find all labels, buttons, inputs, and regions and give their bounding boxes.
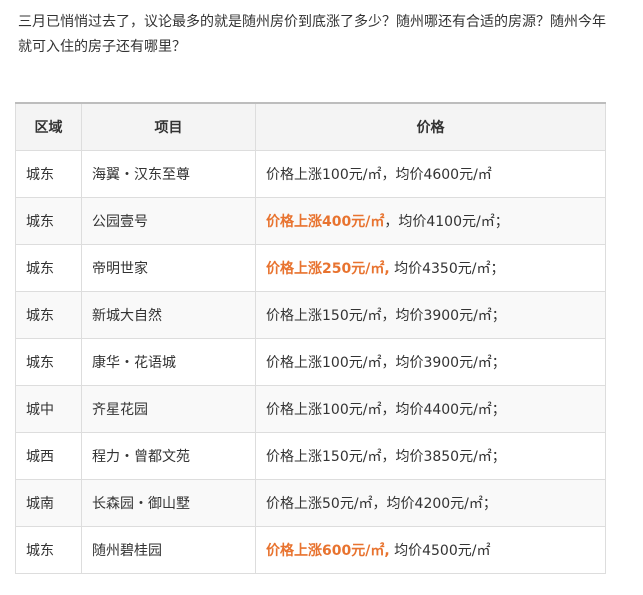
- price-rise: 价格上涨100元/㎡: [266, 402, 382, 418]
- price-average: ，均价3900元/㎡；: [381, 308, 506, 324]
- cell-price: 价格上涨150元/㎡，均价3900元/㎡；: [255, 291, 606, 339]
- table-row: 城东 海翼・汉东至尊 价格上涨100元/㎡，均价4600元/㎡: [15, 150, 606, 198]
- cell-area: 城东: [15, 150, 82, 198]
- price-rise: 价格上涨150元/㎡: [266, 449, 382, 465]
- cell-area: 城东: [15, 338, 82, 386]
- cell-area: 城东: [15, 291, 82, 339]
- intro-line-1: 三月已悄悄过去了，议论最多的就是随州房价到底涨了多少？随州哪还有合适的房源？随州…: [18, 14, 606, 30]
- table-row: 城东 随州碧桂园 价格上涨600元/㎡, 均价4500元/㎡: [15, 526, 606, 574]
- table-header-row: 区域 项目 价格: [15, 103, 606, 151]
- cell-project: 随州碧桂园: [81, 526, 256, 574]
- price-rise: 价格上涨250元/㎡,: [266, 261, 390, 277]
- table-row: 城东 公园壹号 价格上涨400元/㎡，均价4100元/㎡；: [15, 197, 606, 245]
- cell-area: 城西: [15, 432, 82, 480]
- cell-project: 康华・花语城: [81, 338, 256, 386]
- cell-project: 新城大自然: [81, 291, 256, 339]
- table-body: 城东 海翼・汉东至尊 价格上涨100元/㎡，均价4600元/㎡ 城东 公园壹号 价格上涨4…: [15, 150, 606, 574]
- cell-project: 长森园・御山墅: [81, 479, 256, 527]
- header-price: 价格: [255, 103, 606, 151]
- cell-area: 城东: [15, 244, 82, 292]
- intro-line-2: 就可入住的房子还有哪里？: [18, 39, 186, 55]
- cell-price: 价格上涨50元/㎡，均价4200元/㎡；: [255, 479, 606, 527]
- cell-price: 价格上涨100元/㎡，均价4400元/㎡；: [255, 385, 606, 433]
- price-average: 均价4500元/㎡: [389, 543, 491, 559]
- price-rise: 价格上涨150元/㎡: [266, 308, 382, 324]
- cell-project: 程力・曾都文苑: [81, 432, 256, 480]
- price-rise: 价格上涨400元/㎡: [266, 214, 385, 230]
- cell-area: 城东: [15, 197, 82, 245]
- cell-price: 价格上涨100元/㎡，均价4600元/㎡: [255, 150, 606, 198]
- price-average: ，均价4100元/㎡；: [384, 214, 509, 230]
- table-row: 城东 康华・花语城 价格上涨100元/㎡，均价3900元/㎡；: [15, 338, 606, 386]
- cell-price: 价格上涨100元/㎡，均价3900元/㎡；: [255, 338, 606, 386]
- price-rise: 价格上涨600元/㎡,: [266, 543, 390, 559]
- price-table: 区域 项目 价格 城东 海翼・汉东至尊 价格上涨100元/㎡，均价4600元/㎡ 城东…: [15, 102, 606, 574]
- header-area: 区域: [15, 103, 82, 151]
- price-rise: 价格上涨50元/㎡: [266, 496, 373, 512]
- cell-area: 城中: [15, 385, 82, 433]
- price-rise: 价格上涨100元/㎡: [266, 167, 382, 183]
- price-table-container: 区域 项目 价格 城东 海翼・汉东至尊 价格上涨100元/㎡，均价4600元/㎡ 城东…: [15, 102, 606, 574]
- cell-project: 齐星花园: [81, 385, 256, 433]
- table-row: 城东 帝明世家 价格上涨250元/㎡, 均价4350元/㎡；: [15, 244, 606, 292]
- price-average: 均价4350元/㎡；: [389, 261, 505, 277]
- cell-price: 价格上涨250元/㎡, 均价4350元/㎡；: [255, 244, 606, 292]
- price-average: ，均价4400元/㎡；: [381, 402, 506, 418]
- price-rise: 价格上涨100元/㎡: [266, 355, 382, 371]
- cell-price: 价格上涨400元/㎡，均价4100元/㎡；: [255, 197, 606, 245]
- cell-area: 城东: [15, 526, 82, 574]
- price-average: ，均价4600元/㎡: [381, 167, 492, 183]
- price-average: ，均价3850元/㎡；: [381, 449, 506, 465]
- header-project: 项目: [81, 103, 256, 151]
- table-row: 城中 齐星花园 价格上涨100元/㎡，均价4400元/㎡；: [15, 385, 606, 433]
- cell-project: 海翼・汉东至尊: [81, 150, 256, 198]
- cell-area: 城南: [15, 479, 82, 527]
- price-average: ，均价4200元/㎡；: [372, 496, 497, 512]
- price-average: ，均价3900元/㎡；: [381, 355, 506, 371]
- table-row: 城南 长森园・御山墅 价格上涨50元/㎡，均价4200元/㎡；: [15, 479, 606, 527]
- table-row: 城东 新城大自然 价格上涨150元/㎡，均价3900元/㎡；: [15, 291, 606, 339]
- cell-price: 价格上涨600元/㎡, 均价4500元/㎡: [255, 526, 606, 574]
- table-row: 城西 程力・曾都文苑 价格上涨150元/㎡，均价3850元/㎡；: [15, 432, 606, 480]
- intro-paragraph: 三月已悄悄过去了，议论最多的就是随州房价到底涨了多少？随州哪还有合适的房源？随州…: [18, 10, 618, 60]
- cell-project: 公园壹号: [81, 197, 256, 245]
- cell-price: 价格上涨150元/㎡，均价3850元/㎡；: [255, 432, 606, 480]
- cell-project: 帝明世家: [81, 244, 256, 292]
